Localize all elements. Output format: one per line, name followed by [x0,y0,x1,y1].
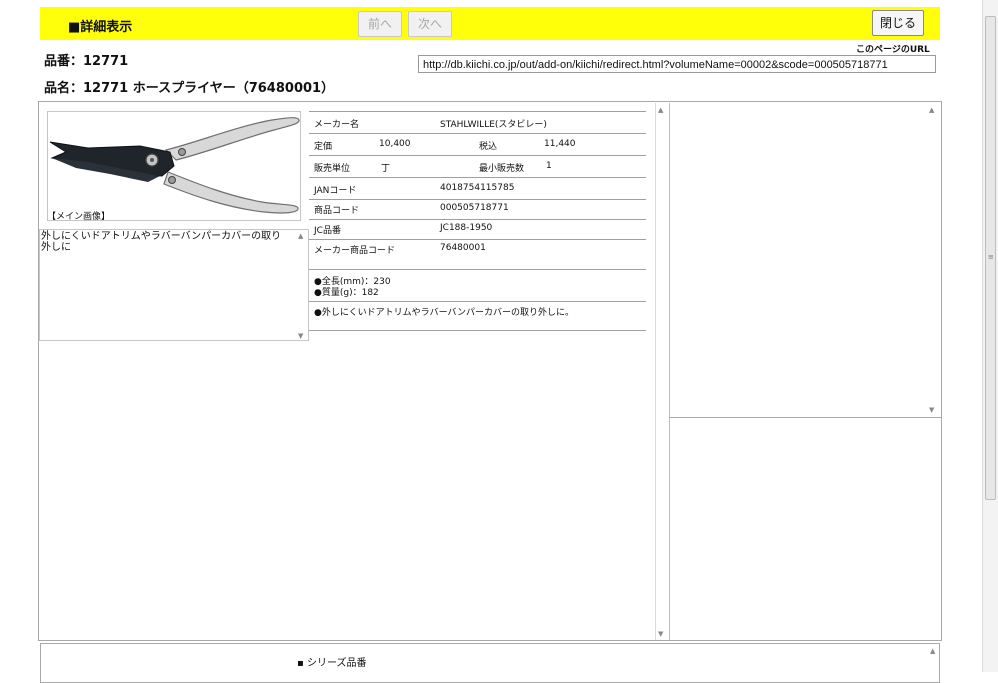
table-row: JC品番 JC188-1950 [309,219,646,240]
table-row: ●外しにくいドアトリムやラバーバンパーカバーの取り外しに。 [309,301,646,331]
page-title: ■詳細表示 [68,20,133,35]
jc-label: JC品番 [314,226,341,236]
page-scrollbar[interactable]: ≡ [982,0,998,672]
min-qty-value: 1 [546,161,552,171]
part-number: 品番：12771 [44,54,129,69]
url-label: このページのURL [856,45,930,55]
page-scroll-thumb[interactable]: ≡ [985,16,996,500]
table-row: ●全長(mm)：230 ●質量(g)：182 [309,269,646,302]
header-bar: ■詳細表示 前へ 次へ 閉じる [40,7,940,40]
table-row: 商品コード 000505718771 [309,199,646,220]
spec-weight: ●質量(g)：182 [314,288,379,298]
description-box[interactable]: 外しにくいドアトリムやラバーバンパーカバーの取り外しに ▲ ▼ [39,229,309,341]
scroll-up-icon[interactable]: ▲ [929,106,934,114]
series-panel: ▪ シリーズ品番 ▲ [40,643,940,683]
scroll-up-icon[interactable]: ▲ [298,232,303,240]
jan-value: 4018754115785 [440,183,515,193]
next-button[interactable]: 次へ [408,11,452,37]
pliers-image [49,117,300,214]
detail-panel: 【メイン画像】 外しにくいドアトリムやラバーバンパーカバーの取り外しに ▲ ▼ … [38,101,942,641]
scroll-up-icon[interactable]: ▲ [658,106,663,114]
scroll-down-icon[interactable]: ▼ [929,406,934,414]
maker-label: メーカー名 [314,120,360,130]
description-scrollbar[interactable]: ▲ ▼ [296,230,308,340]
table-row: 定価 10,400 税込 11,440 [309,133,646,156]
side-panel-lower [669,418,941,640]
prev-button[interactable]: 前へ [358,11,402,37]
image-caption: 【メイン画像】 [47,212,111,222]
list-price-value: 10,400 [379,139,411,149]
jc-value: JC188-1950 [440,223,493,233]
scroll-down-icon[interactable]: ▼ [658,630,663,638]
feature-text: ●外しにくいドアトリムやラバーバンパーカバーの取り外しに。 [314,308,574,318]
scroll-up-icon[interactable]: ▲ [930,647,935,655]
tax-incl-label: 税込 [479,142,498,152]
table-row: JANコード 4018754115785 [309,177,646,200]
jan-label: JANコード [314,186,357,196]
scroll-down-icon[interactable]: ▼ [298,332,303,340]
side-panel-upper: ▲ ▼ [669,103,941,418]
table-row: メーカー商品コード 76480001 [309,239,646,270]
series-label: ▪ シリーズ品番 [297,658,367,669]
description-text: 外しにくいドアトリムやラバーバンパーカバーの取り外しに [41,231,282,253]
list-price-label: 定価 [314,142,333,152]
table-row: 販売単位 丁 最小販売数 1 [309,155,646,178]
maker-value: STAHLWILLE(スタビレー) [440,120,547,130]
product-image [47,111,301,221]
product-code-label: 商品コード [314,206,360,216]
part-name: 品名：12771 ホースプライヤー（76480001） [44,81,335,96]
tax-incl-value: 11,440 [544,139,576,149]
min-qty-label: 最小販売数 [479,164,525,174]
table-row: メーカー名 STAHLWILLE(スタビレー) [309,111,646,134]
close-button[interactable]: 閉じる [872,10,924,36]
maker-code-label: メーカー商品コード [314,246,396,256]
series-scrollbar[interactable]: ▲ [928,644,940,682]
sales-unit-label: 販売単位 [314,164,351,174]
grip-icon: ≡ [988,253,994,261]
maker-code-value: 76480001 [440,243,486,253]
info-scrollbar[interactable]: ▲ ▼ [655,103,667,640]
side-panel-scrollbar[interactable]: ▲ ▼ [927,103,939,416]
product-code-value: 000505718771 [440,203,509,213]
url-field[interactable]: http://db.kiichi.co.jp/out/add-on/kiichi… [418,55,936,73]
sales-unit-value: 丁 [381,164,391,174]
